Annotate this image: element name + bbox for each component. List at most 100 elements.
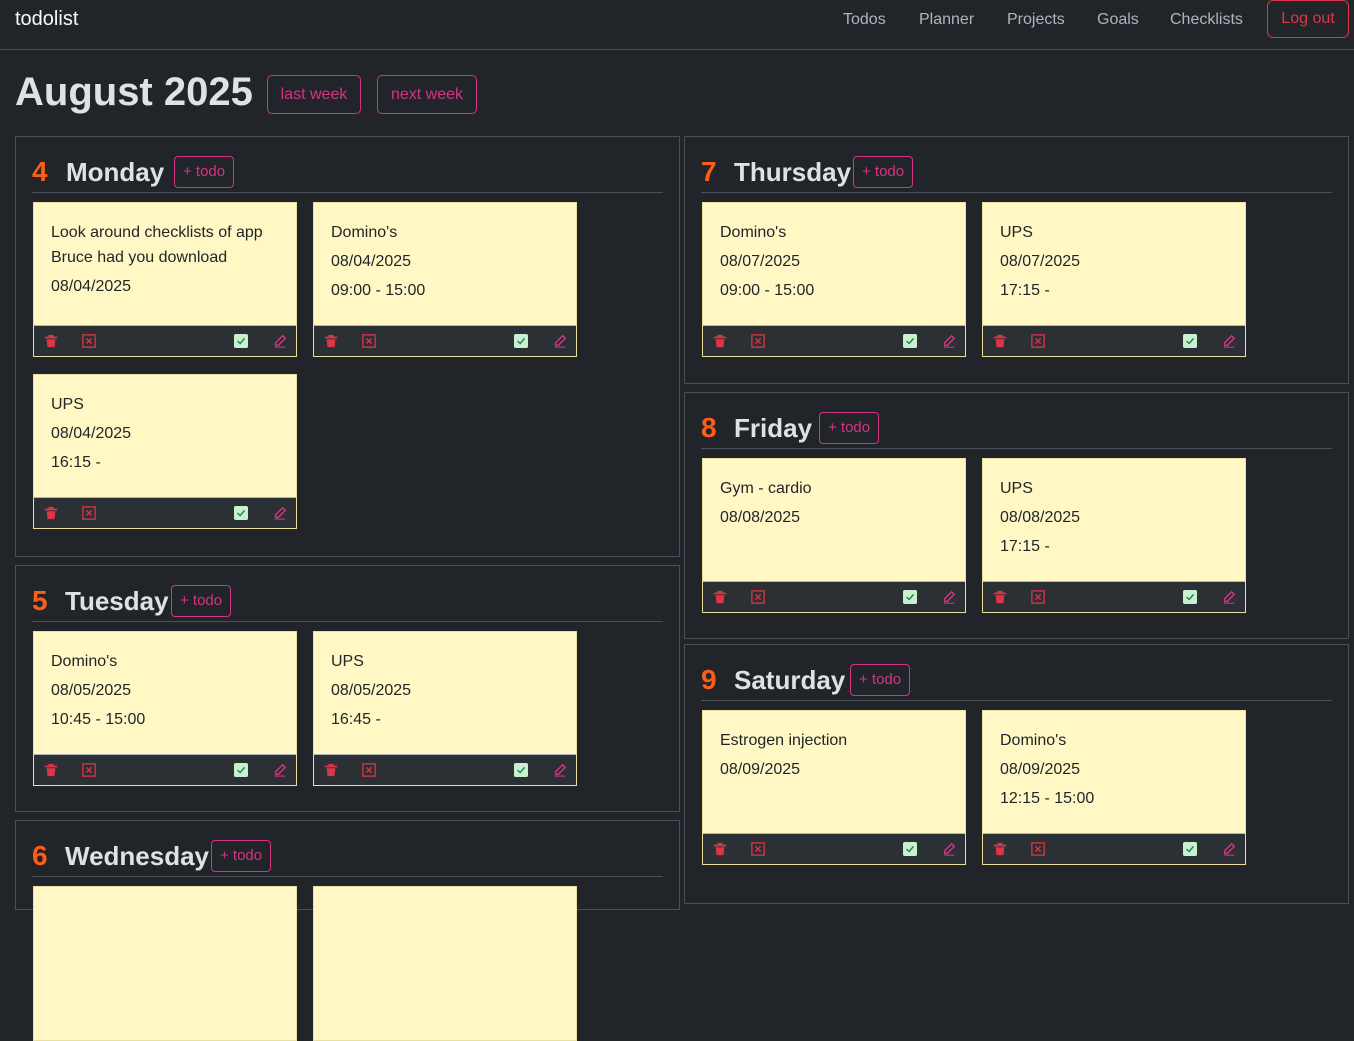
nav-todos[interactable]: Todos bbox=[843, 11, 886, 29]
pencil-icon[interactable] bbox=[1222, 334, 1236, 348]
todo-time: 16:15 - bbox=[51, 454, 101, 471]
check-square-icon[interactable] bbox=[234, 506, 248, 520]
add-todo-button[interactable]: + todo bbox=[171, 585, 232, 617]
todo-card[interactable]: Domino's 08/04/2025 09:00 - 15:00 bbox=[313, 202, 577, 357]
todo-body: UPS 08/05/2025 16:45 - bbox=[331, 649, 564, 736]
todo-title: Domino's bbox=[51, 653, 118, 670]
check-square-icon[interactable] bbox=[1183, 842, 1197, 856]
check-square-icon[interactable] bbox=[234, 334, 248, 348]
todo-time: 17:15 - bbox=[1000, 538, 1050, 555]
x-square-icon[interactable] bbox=[362, 334, 376, 348]
navbar: todolist Todos Planner Projects Goals Ch… bbox=[0, 0, 1354, 50]
trash-icon[interactable] bbox=[324, 334, 338, 348]
todo-date: 08/08/2025 bbox=[1000, 509, 1081, 526]
todo-title: Estrogen injection bbox=[720, 732, 848, 749]
check-square-icon[interactable] bbox=[1183, 590, 1197, 604]
add-todo-button[interactable]: + todo bbox=[819, 412, 880, 444]
todo-actions bbox=[983, 325, 1245, 356]
todo-body: Domino's 08/09/2025 12:15 - 15:00 bbox=[1000, 728, 1233, 815]
day-tuesday: 5 Tuesday + todo Domino's 08/05/2025 10:… bbox=[15, 565, 680, 812]
todo-title: Look around checklists of app Bruce had … bbox=[51, 224, 263, 266]
day-number: 8 bbox=[701, 412, 717, 443]
pencil-icon[interactable] bbox=[1222, 590, 1236, 604]
trash-icon[interactable] bbox=[713, 334, 727, 348]
todo-body: Domino's 08/07/2025 09:00 - 15:00 bbox=[720, 220, 953, 307]
todo-title: Domino's bbox=[331, 224, 398, 241]
todo-actions bbox=[703, 581, 965, 612]
trash-icon[interactable] bbox=[713, 842, 727, 856]
add-todo-button[interactable]: + todo bbox=[211, 840, 272, 872]
pencil-icon[interactable] bbox=[273, 763, 287, 777]
x-square-icon[interactable] bbox=[1031, 590, 1045, 604]
check-square-icon[interactable] bbox=[903, 842, 917, 856]
todo-title: Gym - cardio bbox=[720, 480, 812, 497]
x-square-icon[interactable] bbox=[82, 334, 96, 348]
trash-icon[interactable] bbox=[993, 590, 1007, 604]
trash-icon[interactable] bbox=[993, 334, 1007, 348]
todo-card[interactable]: Gym - cardio 08/08/2025 bbox=[702, 458, 966, 613]
x-square-icon[interactable] bbox=[82, 506, 96, 520]
check-square-icon[interactable] bbox=[1183, 334, 1197, 348]
check-square-icon[interactable] bbox=[903, 590, 917, 604]
pencil-icon[interactable] bbox=[942, 842, 956, 856]
todo-title: UPS bbox=[1000, 480, 1033, 497]
todo-date: 08/09/2025 bbox=[720, 761, 801, 778]
nav-projects[interactable]: Projects bbox=[1007, 11, 1065, 29]
todo-card[interactable]: Look around checklists of app Bruce had … bbox=[33, 202, 297, 357]
todo-card[interactable]: Domino's 08/09/2025 12:15 - 15:00 bbox=[982, 710, 1246, 865]
next-week-button[interactable]: next week bbox=[377, 75, 477, 114]
pencil-icon[interactable] bbox=[273, 334, 287, 348]
check-square-icon[interactable] bbox=[903, 334, 917, 348]
todo-card[interactable]: Estrogen injection 08/09/2025 bbox=[702, 710, 966, 865]
nav-planner[interactable]: Planner bbox=[919, 11, 974, 29]
todo-title: Domino's bbox=[1000, 732, 1067, 749]
x-square-icon[interactable] bbox=[362, 763, 376, 777]
pencil-icon[interactable] bbox=[553, 334, 567, 348]
todo-card[interactable]: UPS 08/07/2025 17:15 - bbox=[982, 202, 1246, 357]
trash-icon[interactable] bbox=[713, 590, 727, 604]
pencil-icon[interactable] bbox=[273, 506, 287, 520]
x-square-icon[interactable] bbox=[1031, 842, 1045, 856]
page-title: August 2025 bbox=[15, 70, 253, 114]
check-square-icon[interactable] bbox=[234, 763, 248, 777]
trash-icon[interactable] bbox=[44, 334, 58, 348]
add-todo-button[interactable]: + todo bbox=[850, 664, 911, 696]
brand-link[interactable]: todolist bbox=[15, 8, 78, 31]
check-square-icon[interactable] bbox=[514, 334, 528, 348]
trash-icon[interactable] bbox=[993, 842, 1007, 856]
x-square-icon[interactable] bbox=[751, 334, 765, 348]
pencil-icon[interactable] bbox=[553, 763, 567, 777]
trash-icon[interactable] bbox=[324, 763, 338, 777]
todo-card[interactable]: UPS 08/04/2025 16:15 - bbox=[33, 374, 297, 529]
nav-goals[interactable]: Goals bbox=[1097, 11, 1139, 29]
todo-actions bbox=[34, 754, 296, 785]
todo-card[interactable] bbox=[313, 886, 577, 1041]
todo-time: 09:00 - 15:00 bbox=[720, 282, 815, 299]
x-square-icon[interactable] bbox=[1031, 334, 1045, 348]
add-todo-button[interactable]: + todo bbox=[174, 156, 235, 188]
check-square-icon[interactable] bbox=[514, 763, 528, 777]
day-wednesday: 6 Wednesday + todo bbox=[15, 820, 680, 1041]
todo-card[interactable] bbox=[33, 886, 297, 1041]
todo-card[interactable]: UPS 08/08/2025 17:15 - bbox=[982, 458, 1246, 613]
add-todo-button[interactable]: + todo bbox=[853, 156, 914, 188]
trash-icon[interactable] bbox=[44, 763, 58, 777]
todo-actions bbox=[703, 325, 965, 356]
x-square-icon[interactable] bbox=[751, 590, 765, 604]
todo-card[interactable]: Domino's 08/07/2025 09:00 - 15:00 bbox=[702, 202, 966, 357]
todo-card[interactable]: Domino's 08/05/2025 10:45 - 15:00 bbox=[33, 631, 297, 786]
x-square-icon[interactable] bbox=[82, 763, 96, 777]
pencil-icon[interactable] bbox=[942, 334, 956, 348]
pencil-icon[interactable] bbox=[942, 590, 956, 604]
logout-button[interactable]: Log out bbox=[1267, 0, 1349, 38]
day-header: 7 Thursday + todo bbox=[701, 153, 1332, 193]
pencil-icon[interactable] bbox=[1222, 842, 1236, 856]
todo-card[interactable]: UPS 08/05/2025 16:45 - bbox=[313, 631, 577, 786]
todo-date: 08/05/2025 bbox=[51, 682, 132, 699]
x-square-icon[interactable] bbox=[751, 842, 765, 856]
last-week-button[interactable]: last week bbox=[267, 75, 361, 114]
trash-icon[interactable] bbox=[44, 506, 58, 520]
nav-checklists[interactable]: Checklists bbox=[1170, 11, 1243, 29]
todo-body: UPS 08/08/2025 17:15 - bbox=[1000, 476, 1233, 563]
day-number: 7 bbox=[701, 156, 717, 187]
